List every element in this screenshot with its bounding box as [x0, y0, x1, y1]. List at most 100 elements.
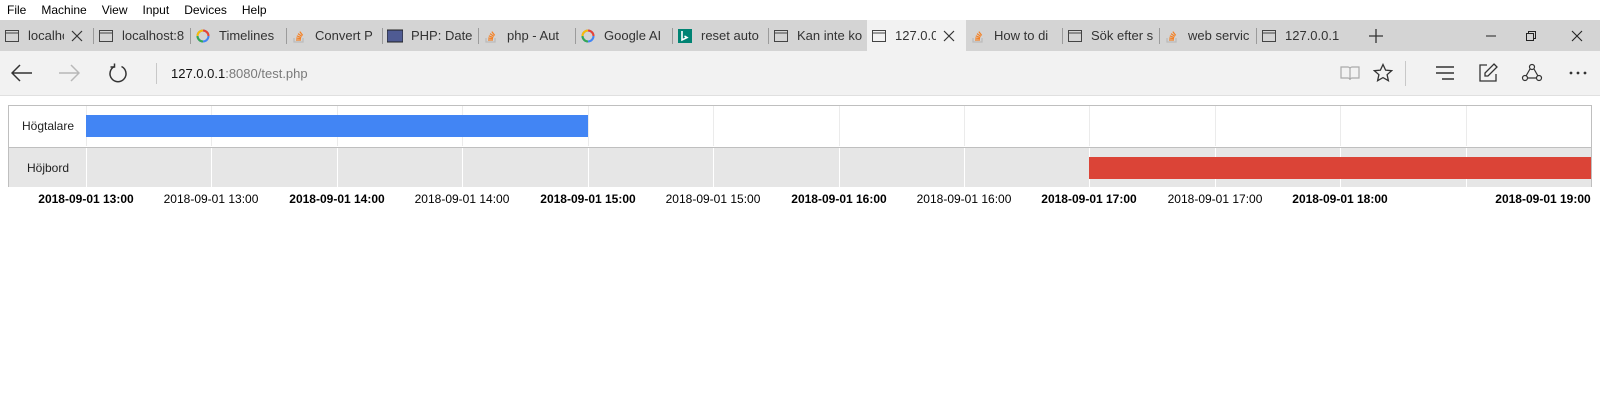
close-tab-icon[interactable] [942, 29, 956, 43]
menu-input[interactable]: Input [136, 0, 178, 20]
browser-tab[interactable]: localhost:8 [94, 20, 191, 51]
axis-tick-label: 2018-09-01 17:00 [1041, 192, 1137, 206]
toolbar-separator [1405, 61, 1406, 86]
new-tab-button[interactable] [1356, 20, 1396, 51]
grid-line [713, 148, 714, 187]
timeline-bar-blue[interactable] [86, 115, 588, 137]
more-button[interactable] [1563, 58, 1593, 88]
favorite-button[interactable] [1368, 58, 1398, 88]
grid-line [964, 148, 965, 187]
axis-tick-label: 2018-09-01 13:00 [163, 192, 259, 206]
browser-tab[interactable]: Sök efter s [1063, 20, 1160, 51]
stackoverflow-icon [483, 28, 499, 44]
browser-tab[interactable]: Google AI [576, 20, 673, 51]
url-path: :8080/test.php [225, 66, 308, 81]
bing-icon [677, 28, 693, 44]
browser-tab[interactable]: 127.0.0 [867, 20, 966, 51]
refresh-icon [109, 63, 127, 83]
browser-tab[interactable]: Convert P [287, 20, 383, 51]
page-icon [98, 28, 114, 44]
grid-line [713, 106, 714, 146]
row-label: Höjbord [26, 160, 70, 175]
tab-title: Convert P [315, 28, 373, 43]
address-bar[interactable]: 127.0.0.1:8080/test.php [171, 63, 308, 84]
hub-button[interactable] [1430, 58, 1460, 88]
forward-button[interactable] [54, 58, 84, 88]
close-window-button[interactable] [1554, 20, 1600, 51]
tab-title: localhost:8 [122, 28, 185, 43]
tab-title: PHP: Date [411, 28, 473, 43]
menu-file[interactable]: File [0, 0, 34, 20]
browser-tab[interactable]: Kan inte ko [769, 20, 867, 51]
axis-tick-label: 2018-09-01 18:00 [1292, 192, 1388, 206]
menu-help[interactable]: Help [235, 0, 275, 20]
grid-line [588, 106, 589, 146]
browser-tab[interactable]: web servic [1160, 20, 1257, 51]
browser-tab[interactable]: reset auto [673, 20, 769, 51]
tab-title: Sök efter s [1091, 28, 1154, 43]
timeline-chart: Högtalare Höjbord [8, 105, 1592, 187]
grid-line [1340, 106, 1341, 146]
axis-tick-label: 2018-09-01 14:00 [414, 192, 510, 206]
star-icon [1373, 63, 1393, 82]
more-dots-icon [1569, 71, 1587, 75]
url-host: 127.0.0.1 [171, 66, 226, 81]
google-icon [195, 28, 211, 44]
page-icon [1067, 28, 1083, 44]
grid-line [86, 148, 87, 187]
menu-devices[interactable]: Devices [177, 0, 235, 20]
axis-tick-label: 2018-09-01 13:00 [38, 192, 134, 206]
timeline-row: Högtalare [9, 106, 1591, 146]
forward-arrow-icon [59, 64, 80, 82]
browser-tab[interactable]: PHP: Date [383, 20, 479, 51]
tab-title: Kan inte ko [797, 28, 863, 43]
grid-line [839, 106, 840, 146]
book-icon [1340, 66, 1360, 81]
hub-lines-icon [1436, 66, 1454, 80]
page-icon [4, 28, 20, 44]
stackoverflow-icon [970, 28, 986, 44]
tab-title: 127.0.0 [895, 28, 936, 43]
navigation-bar: 127.0.0.1:8080/test.php [0, 51, 1600, 96]
close-icon [1571, 30, 1583, 41]
grid-line [964, 106, 965, 146]
refresh-button[interactable] [103, 58, 133, 88]
browser-tab[interactable]: How to di [966, 20, 1063, 51]
axis-tick-label: 2018-09-01 15:00 [540, 192, 636, 206]
grid-line [839, 148, 840, 187]
menu-machine[interactable]: Machine [34, 0, 94, 20]
tab-title: How to di [994, 28, 1049, 43]
timeline-row: Höjbord [9, 147, 1591, 187]
grid-line [211, 148, 212, 187]
address-separator [156, 63, 157, 84]
stackoverflow-icon [291, 28, 307, 44]
tab-title: Google AI [604, 28, 662, 43]
share-button[interactable] [1517, 58, 1547, 88]
tab-title: localhos [28, 28, 64, 43]
tab-title: php - Aut [507, 28, 560, 43]
reading-view-button[interactable] [1335, 58, 1365, 88]
axis-tick-label: 2018-09-01 14:00 [289, 192, 385, 206]
grid-line [1466, 106, 1467, 146]
axis-tick-label: 2018-09-01 16:00 [916, 192, 1012, 206]
grid-line [1215, 106, 1216, 146]
axis-tick-label: 2018-09-01 16:00 [791, 192, 887, 206]
pen-note-icon [1479, 63, 1498, 82]
php-icon [387, 28, 403, 44]
web-note-button[interactable] [1473, 58, 1503, 88]
browser-tab[interactable]: 127.0.0.1 [1257, 20, 1356, 51]
close-tab-icon[interactable] [70, 29, 84, 43]
tab-title: reset auto [701, 28, 759, 43]
browser-tab[interactable]: Timelines [191, 20, 287, 51]
timeline-axis: 2018-09-01 13:00 2018-09-01 13:00 2018-09-… [0, 192, 1600, 212]
browser-tab[interactable]: localhos [0, 20, 94, 51]
grid-line [1089, 106, 1090, 146]
menu-view[interactable]: View [95, 0, 136, 20]
timeline-bar-red[interactable] [1089, 157, 1591, 179]
axis-tick-label: 2018-09-01 19:00 [1495, 192, 1591, 206]
grid-line [337, 148, 338, 187]
back-button[interactable] [7, 58, 37, 88]
browser-tab[interactable]: php - Aut [479, 20, 576, 51]
restore-button[interactable] [1508, 20, 1554, 51]
plus-icon [1369, 28, 1383, 43]
